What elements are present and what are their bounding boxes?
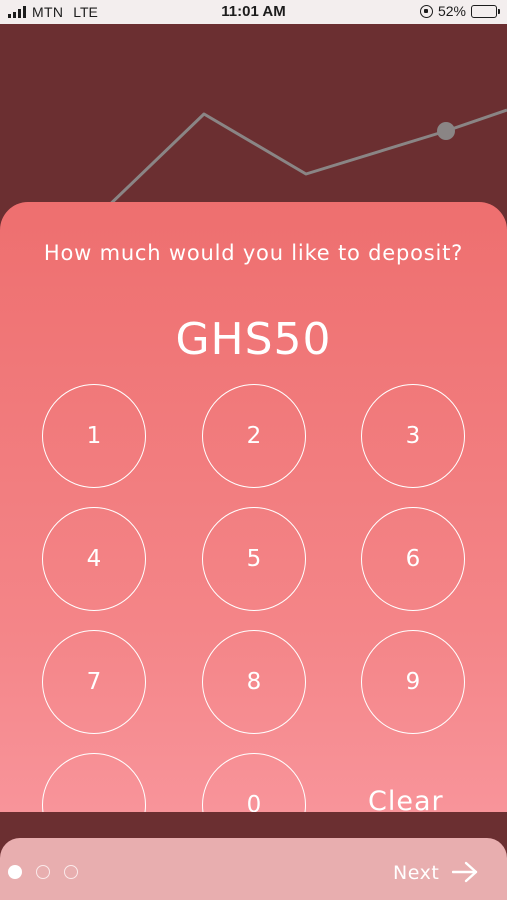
key-7[interactable]: 7 bbox=[42, 630, 146, 734]
bottom-navigation: Next bbox=[0, 838, 507, 900]
background-chart-decoration bbox=[98, 108, 507, 216]
deposit-sheet: How much would you like to deposit? GHS5… bbox=[0, 202, 507, 812]
number-keypad: 1 2 3 4 5 6 7 8 9 0 Clear bbox=[0, 202, 507, 812]
arrow-right-icon[interactable] bbox=[452, 861, 478, 883]
status-bar: MTN LTE 11:01 AM 52% bbox=[0, 0, 507, 24]
page-dot-3[interactable] bbox=[64, 865, 78, 879]
key-3[interactable]: 3 bbox=[361, 384, 465, 488]
page-dot-1[interactable] bbox=[8, 865, 22, 879]
status-right: 52% bbox=[419, 3, 500, 19]
key-blank[interactable] bbox=[42, 753, 146, 812]
next-button[interactable]: Next bbox=[393, 862, 439, 884]
battery-percent: 52% bbox=[437, 3, 466, 19]
background-chart-point bbox=[437, 122, 455, 140]
key-6[interactable]: 6 bbox=[361, 507, 465, 611]
key-1[interactable]: 1 bbox=[42, 384, 146, 488]
key-9[interactable]: 9 bbox=[361, 630, 465, 734]
clear-button[interactable]: Clear bbox=[368, 786, 444, 812]
deposit-screen: MTN LTE 11:01 AM 52% How much would you … bbox=[0, 0, 507, 900]
key-0[interactable]: 0 bbox=[202, 753, 306, 812]
key-8[interactable]: 8 bbox=[202, 630, 306, 734]
key-4[interactable]: 4 bbox=[42, 507, 146, 611]
battery-icon bbox=[471, 4, 500, 18]
page-dot-2[interactable] bbox=[36, 865, 50, 879]
key-2[interactable]: 2 bbox=[202, 384, 306, 488]
lock-rotation-icon bbox=[419, 4, 433, 18]
key-5[interactable]: 5 bbox=[202, 507, 306, 611]
